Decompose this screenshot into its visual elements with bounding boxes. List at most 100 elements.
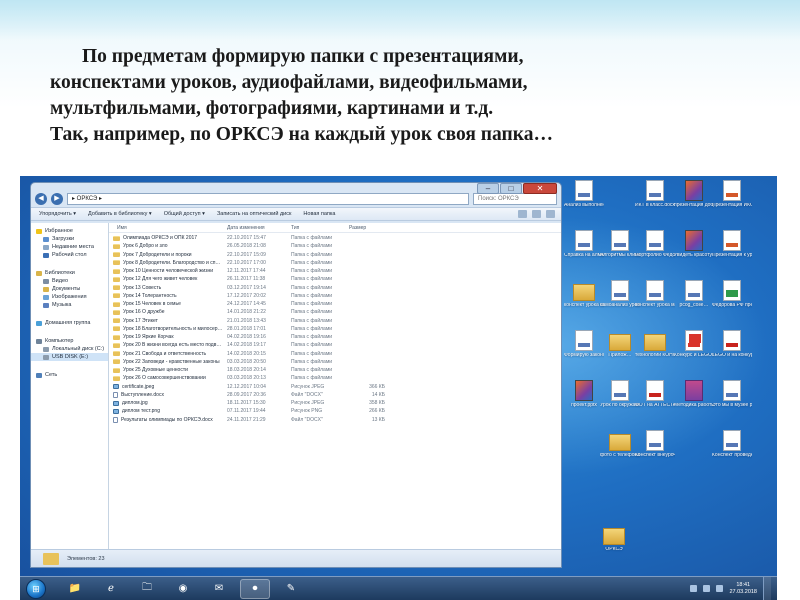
file-row[interactable]: Урок 7 Добродетели и пороки 22.10.2017 15… — [109, 251, 561, 259]
desktop-icon-item[interactable]: фото с телефона — [600, 430, 640, 459]
network-tray-icon[interactable] — [703, 585, 711, 592]
desktop-icon-item[interactable]: конспект урока истории — [564, 280, 604, 309]
add-to-library-menu[interactable]: Добавить в библиотеку ▾ — [88, 211, 152, 217]
search-input[interactable]: Поиск: ОРКСЭ — [473, 193, 557, 205]
desktop-icon-item[interactable]: ФОТ на АТТЕСТАЦ… — [635, 380, 675, 409]
desktop-icon-item[interactable]: Алгоритмы климат.docx — [600, 230, 640, 259]
new-folder-button[interactable]: Новая папка — [303, 211, 335, 217]
language-icon[interactable] — [690, 585, 698, 592]
column-header-name[interactable]: Имя — [109, 225, 227, 231]
desktop-icon-item[interactable]: Презентация к уроку Свя… — [712, 230, 752, 259]
file-row[interactable]: Урок 13 Совесть 03.12.2017 19:14 Папка с ф… — [109, 284, 561, 292]
help-icon[interactable] — [546, 210, 555, 218]
start-button[interactable]: ⊞ — [26, 578, 46, 599]
back-button[interactable]: ◀ — [35, 193, 47, 205]
desktop-icon-item[interactable]: презентация добро и зл… — [674, 180, 714, 209]
taskbar-app-mail-icon[interactable]: ✉ — [204, 579, 234, 599]
file-row[interactable]: Урок 18 Благотворительность и милосер… 28… — [109, 325, 561, 333]
clock[interactable]: 18:41 27.03.2018 — [729, 582, 757, 596]
taskbar-app-media-player-icon[interactable]: ⏺ — [240, 578, 270, 599]
column-header-type[interactable]: Тип — [291, 225, 349, 231]
desktop-icon-item[interactable]: Конспект внеурочн… — [635, 430, 675, 459]
share-menu[interactable]: Общий доступ ▾ — [164, 211, 205, 217]
file-row[interactable]: Урок 20 В жизни всегда есть место подв… 1… — [109, 341, 561, 349]
nav-favorites[interactable]: Избранное — [31, 227, 108, 235]
file-row[interactable]: Урок 6 Добро и зло 26.05.2018 21:08 Папка … — [109, 242, 561, 250]
organize-menu[interactable]: Упорядочить ▾ — [39, 211, 76, 217]
file-row[interactable]: Урок 16 О дружбе 14.01.2018 21:22 Папка с … — [109, 308, 561, 316]
desktop-icon-item[interactable]: Методика работы над… — [674, 380, 714, 409]
taskbar-app-paint-icon[interactable]: ✎ — [276, 579, 306, 599]
nav-recent-places[interactable]: Недавние места — [31, 243, 108, 251]
desktop-icon-item[interactable]: Это мы в музее ро… — [712, 380, 752, 409]
file-row[interactable]: Урок 12 Для чего живет человек 26.11.2017… — [109, 275, 561, 283]
maximize-button[interactable]: □ — [500, 183, 522, 194]
file-row[interactable]: Урок 25 Духовные ценности 18.03.2018 20:1… — [109, 366, 561, 374]
burn-disc-button[interactable]: Записать на оптический диск — [217, 211, 291, 217]
nav-libraries[interactable]: Библиотеки — [31, 269, 108, 277]
file-row[interactable]: Урок 8 Добродетели. Благородство и сп… 22… — [109, 259, 561, 267]
file-row[interactable]: Урок 15 Человек в семье 24.12.2017 14:45 П… — [109, 300, 561, 308]
taskbar-app-folder-icon[interactable]: 🗀 — [132, 579, 162, 599]
file-row[interactable]: Олимпиада ОРКСЭ и ОПК 2017 22.10.2017 15:… — [109, 234, 561, 242]
nav-computer[interactable]: Компьютер — [31, 337, 108, 345]
file-row[interactable]: Урок 14 Толерантность 17.12.2017 20:02 Пап… — [109, 292, 561, 300]
nav-video[interactable]: Видео — [31, 277, 108, 285]
nav-pictures[interactable]: Изображения — [31, 293, 108, 301]
desktop-icon-item[interactable]: LEGO и на конкурс… — [712, 330, 752, 359]
close-button[interactable]: ✕ — [523, 183, 557, 194]
column-header-date[interactable]: Дата изменения — [227, 225, 291, 231]
desktop-icon-item[interactable]: ОРКСЭ — [594, 524, 634, 553]
desktop-icon-item[interactable]: Конкурс и LEGO на ко… — [674, 330, 714, 359]
file-name-cell: диплом.jpg — [109, 400, 227, 406]
volume-icon[interactable] — [716, 585, 724, 592]
desktop-icon-item[interactable]: Федорова РФ презентаци… — [712, 280, 752, 309]
desktop-icon-item[interactable]: Урок по окружаю… — [600, 380, 640, 409]
nav-music[interactable]: Музыка — [31, 301, 108, 309]
view-options-icon[interactable] — [518, 210, 527, 218]
address-bar[interactable]: ▸ ОРКСЭ ▸ — [67, 193, 469, 205]
desktop-icon-item[interactable]: ИКТ в класс.docx — [635, 180, 675, 209]
desktop-icon-item[interactable]: Увидеть красоту в … — [674, 230, 714, 259]
nav-homegroup[interactable]: Домашняя группа — [31, 319, 108, 327]
desktop-icon-item[interactable]: Конспект проведение… — [712, 430, 752, 459]
desktop-icon-item[interactable]: pcog_colle… — [674, 280, 714, 309]
taskbar-app-ie-icon[interactable]: ℯ — [96, 579, 126, 599]
desktop-icon-item[interactable]: Формирую закономер… — [564, 330, 604, 359]
nav-network[interactable]: Сеть — [31, 371, 108, 379]
desktop-icon-item[interactable]: самоанализ уроков по… — [600, 280, 640, 309]
file-row[interactable]: Выступление.docx 28.09.2017 20:36 Файл "DO… — [109, 391, 561, 399]
file-row[interactable]: Урок 19 Яркие Корчак 04.02.2018 19:16 Папк… — [109, 333, 561, 341]
desktop-icon-item[interactable]: Справка на алмаз.docx — [564, 230, 604, 259]
desktop-icon-item[interactable]: Анализ выполнен… — [564, 180, 604, 209]
desktop-icon-item[interactable]: Презентация ИКОНКС и… — [712, 180, 752, 209]
file-row[interactable]: Урок 26 О самосовершенствовании 03.03.201… — [109, 374, 561, 382]
file-row[interactable]: Урок 21 Свобода и ответственность 14.02.2… — [109, 350, 561, 358]
show-desktop-button[interactable] — [763, 576, 771, 600]
preview-pane-icon[interactable] — [532, 210, 541, 218]
desktop-icon-item[interactable]: Портфолио Федорова … — [635, 230, 675, 259]
file-row[interactable]: Урок 22 Заповеди - нравственные законы 03… — [109, 358, 561, 366]
taskbar-app-explorer-icon[interactable]: 📁 — [60, 579, 90, 599]
nav-desktop[interactable]: Рабочий стол — [31, 251, 108, 259]
file-row[interactable]: диплом тест.png 07.11.2017 19:44 Рисунок P… — [109, 407, 561, 415]
desktop-icon-item[interactable]: технологии КОНСПЕКТ… — [635, 330, 675, 359]
nav-usb-disk[interactable]: USB DISK (E:) — [31, 353, 108, 361]
desktop-icon-item[interactable]: Прилож… — [600, 330, 640, 359]
nav-local-disk[interactable]: Локальный диск (C:) — [31, 345, 108, 353]
desktop-icon-item[interactable]: проект.pptx — [564, 380, 604, 409]
file-name-cell: Урок 16 О дружбе — [109, 309, 227, 315]
nav-downloads[interactable]: Загрузки — [31, 235, 108, 243]
desktop-icon-item[interactable]: конспект урока матем — [635, 280, 675, 309]
forward-button[interactable]: ▶ — [51, 193, 63, 205]
file-row[interactable]: Результаты олимпиады по ОРКСЭ.docx 24.11.… — [109, 416, 561, 424]
minimize-button[interactable]: – — [477, 183, 499, 194]
taskbar-app-chrome-icon[interactable]: ◉ — [168, 579, 198, 599]
nav-documents[interactable]: Документы — [31, 285, 108, 293]
file-row[interactable]: диплом.jpg 18.11.2017 15:30 Рисунок JPEG 35… — [109, 399, 561, 407]
file-row[interactable]: Урок 17 Этикет 21.01.2018 13:43 Папка с фа… — [109, 317, 561, 325]
file-row[interactable]: certificate.jpeg 12.12.2017 10:04 Рисунок … — [109, 383, 561, 391]
window-titlebar[interactable]: – □ ✕ — [31, 183, 561, 194]
column-header-size[interactable]: Размер — [349, 225, 389, 231]
file-row[interactable]: Урок 10 Ценности человеческой жизни 12.11… — [109, 267, 561, 275]
